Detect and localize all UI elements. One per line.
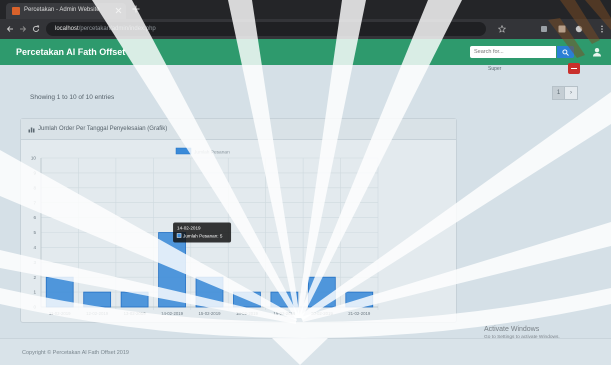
menu-icon[interactable] — [598, 25, 606, 33]
browser-address-bar: localhost/percetakan/admin/index.php — [0, 19, 611, 39]
x-tick-label: 18-02-2019 — [236, 311, 259, 316]
profile-icon[interactable] — [558, 25, 566, 33]
reload-icon[interactable] — [32, 25, 40, 33]
extension-icon[interactable] — [540, 25, 548, 33]
pagination: 1 › — [552, 86, 578, 100]
activation-title: Activate Windows — [484, 326, 540, 333]
minus-icon — [571, 68, 577, 69]
page-next-button[interactable]: › — [565, 86, 578, 100]
x-tick-label: 21-02-2019 — [348, 311, 371, 316]
tooltip-title: 14-02-2019 — [177, 226, 201, 231]
tooltip-label: Jumlah Pesanan: 5 — [183, 233, 223, 238]
plus-icon[interactable] — [132, 5, 140, 13]
x-tick-label: 12-02-2019 — [86, 311, 109, 316]
star-icon[interactable] — [498, 25, 506, 33]
extension-icon-2[interactable] — [575, 25, 583, 33]
bar[interactable] — [45, 276, 74, 308]
copyright-text: Copyright © Percetakan Al Fath Offset 20… — [22, 350, 129, 356]
y-tick-label: 8 — [33, 185, 36, 190]
table-info: Showing 1 to 10 of 10 entries — [30, 94, 115, 101]
bar[interactable] — [345, 291, 374, 308]
bar-chart-icon — [28, 127, 35, 133]
url-path: /percetakan/admin/index.php — [78, 26, 156, 32]
search-icon — [562, 48, 569, 56]
x-tick-label: 13-02-2019 — [124, 311, 147, 316]
bar-chart: 0 1 2 3 4 5 6 7 8 9 10 11-02-2019 12-02-2019 13-02-20… — [31, 147, 379, 316]
close-icon[interactable] — [115, 7, 122, 14]
bar[interactable] — [195, 276, 224, 308]
card-title: Jumlah Order Per Tanggal Penyelesaian (G… — [38, 126, 168, 132]
y-tick-label: 0 — [33, 305, 36, 310]
danger-button[interactable] — [568, 63, 580, 74]
app-navbar: Percetakan Al Fath Offset — [0, 39, 611, 65]
x-tick-label: 20-02-2019 — [311, 311, 334, 316]
y-tick-label: 2 — [33, 275, 36, 280]
y-tick-label: 6 — [33, 215, 36, 220]
activation-subtitle: Go to Settings to activate Windows. — [484, 335, 560, 340]
bar[interactable] — [120, 291, 149, 308]
windows-activation-notice: Activate Windows Go to Settings to activ… — [484, 326, 560, 340]
search-input[interactable] — [470, 46, 556, 58]
tab-title: Percetakan - Admin Website — [24, 7, 100, 13]
favicon-icon — [12, 7, 20, 15]
user-icon[interactable] — [592, 47, 602, 57]
url-host: localhost — [55, 26, 79, 32]
browser-tab-bar: Percetakan - Admin Website — [0, 0, 611, 19]
y-tick-label: 7 — [33, 200, 36, 205]
back-icon[interactable] — [6, 25, 14, 33]
card-header: Jumlah Order Per Tanggal Penyelesaian (G… — [21, 119, 456, 140]
footer: Copyright © Percetakan Al Fath Offset 20… — [0, 338, 611, 365]
page-button-1[interactable]: 1 — [552, 86, 565, 100]
y-tick-label: 10 — [31, 156, 37, 161]
account-name: Super — [488, 66, 502, 72]
x-tick-label: 11-02-2019 — [49, 311, 71, 316]
bar[interactable] — [270, 291, 299, 308]
tooltip-swatch — [176, 233, 182, 238]
legend-label: Jumlah Pesanan — [194, 149, 230, 155]
browser-tab[interactable]: Percetakan - Admin Website — [6, 3, 126, 19]
x-tick-label: 19-02-2019 — [273, 311, 296, 316]
x-tick-label: 14-02-2019 — [161, 311, 184, 316]
y-tick-label: 1 — [33, 290, 36, 295]
brand-title[interactable]: Percetakan Al Fath Offset — [16, 47, 125, 57]
url-text: localhost/percetakan/admin/index.php — [55, 26, 156, 32]
chart-bars — [45, 232, 374, 308]
y-tick-label: 9 — [33, 171, 36, 176]
bar[interactable] — [233, 291, 261, 308]
url-field[interactable]: localhost/percetakan/admin/index.php — [46, 22, 486, 36]
chart-card: Jumlah Order Per Tanggal Penyelesaian (G… — [20, 118, 457, 323]
y-tick-label: 3 — [33, 260, 36, 265]
y-tick-label: 4 — [33, 245, 36, 250]
bar[interactable] — [307, 276, 336, 308]
chart-legend[interactable]: Jumlah Pesanan — [175, 147, 230, 155]
chart-tooltip: 14-02-2019 Jumlah Pesanan: 5 — [173, 222, 232, 243]
bar[interactable] — [83, 291, 112, 308]
x-tick-label: 15-02-2019 — [199, 311, 222, 316]
forward-icon[interactable] — [19, 25, 27, 33]
bar[interactable] — [158, 232, 186, 308]
legend-swatch — [175, 147, 192, 155]
y-tick-label: 5 — [33, 230, 36, 235]
search-button[interactable] — [557, 46, 574, 58]
